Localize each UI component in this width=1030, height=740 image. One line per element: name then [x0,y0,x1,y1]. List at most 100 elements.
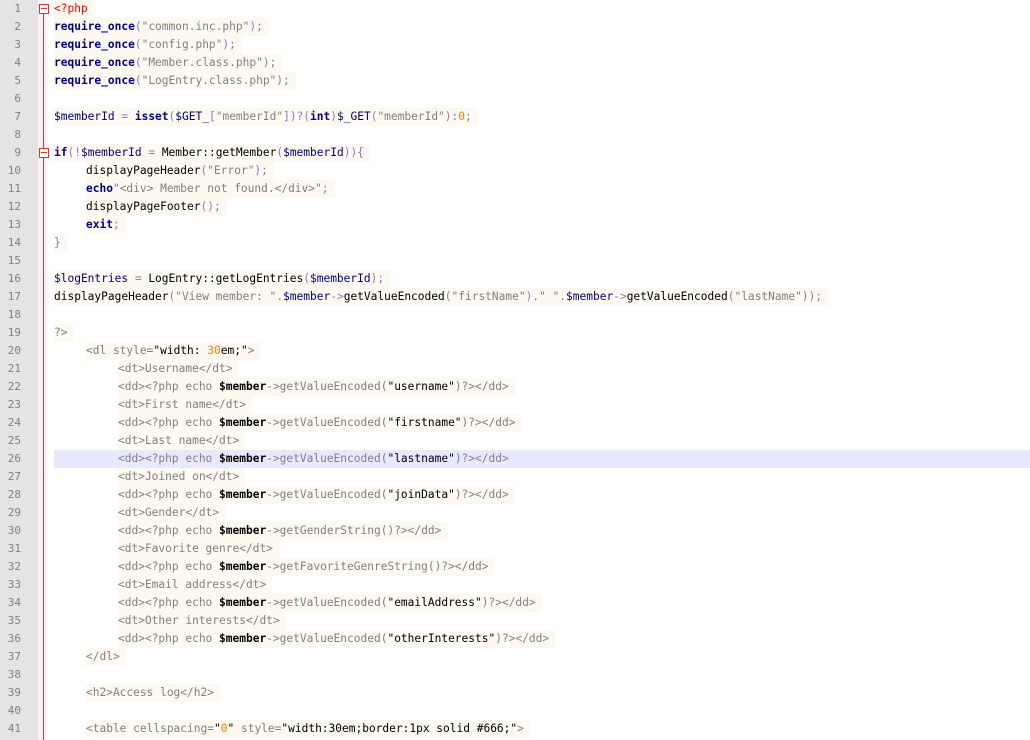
line-number: 15 [7,254,21,267]
code-line[interactable]: 3 require_once("config.php"); [0,36,1030,54]
code-line-content[interactable]: <?php [54,0,1030,18]
code-line-content[interactable]: <dd><?php echo $member->getGenderString(… [54,522,1030,540]
code-line-content[interactable]: <dt>Username</dt> [54,360,1030,378]
line-number: 2 [14,20,21,33]
code-line-content[interactable]: <dd><?php echo $member->getFavoriteGenre… [54,558,1030,576]
code-line[interactable]: 39 <h2>Access log</h2> [0,684,1030,702]
code-line-content[interactable]: if(!$memberId = Member::getMember($membe… [54,144,1030,162]
code-editor[interactable]: 1 <?php 2 require_once("common.inc.php"); 3 r… [0,0,1030,740]
code-line-content[interactable]: <dl style="width: 30em;"> [54,342,1030,360]
code-token: <dt>Last name</dt> [118,434,240,447]
code-line[interactable]: 33 <dt>Email address</dt> [0,576,1030,594]
code-line[interactable]: 15 [0,252,1030,270]
code-text: <dd><?php echo $member->getValueEncoded(… [118,378,515,396]
code-line[interactable]: 41 <table cellspacing="0" style="width:30… [0,720,1030,738]
code-line-content[interactable]: displayPageFooter(); [54,198,1030,216]
code-line[interactable]: 40 [0,702,1030,720]
code-line-content[interactable]: <dd><?php echo $member->getValueEncoded(… [54,450,1030,468]
code-line[interactable]: 28 <dd><?php echo $member->getValueEncode… [0,486,1030,504]
code-line[interactable]: 20 <dl style="width: 30em;"> [0,342,1030,360]
code-line-content[interactable]: <dt>Gender</dt> [54,504,1030,522]
code-line[interactable]: 17 displayPageHeader("View member: ".$mem… [0,288,1030,306]
code-line-content[interactable] [54,666,1030,684]
code-text: <dt>Username</dt> [118,360,239,378]
code-token: ->getFavoriteGenreString()?></dd> [266,560,489,573]
code-line-content[interactable]: <h2>Access log</h2> [54,684,1030,702]
code-text: <dd><?php echo $member->getValueEncoded(… [118,486,515,504]
code-line-content[interactable]: displayPageHeader("View member: ".$membe… [54,288,1030,306]
code-line[interactable]: 11 echo"<div> Member not found.</div>"; [0,180,1030,198]
code-line[interactable]: 31 <dt>Favorite genre</dt> [0,540,1030,558]
code-text: $logEntries = LogEntry::getLogEntries($m… [54,270,391,288]
code-line-content[interactable]: <dd><?php echo $member->getValueEncoded(… [54,378,1030,396]
code-line-content[interactable]: exit; [54,216,1030,234]
code-line-content[interactable]: </dl> [54,648,1030,666]
code-line[interactable]: 4 require_once("Member.class.php"); [0,54,1030,72]
code-token: exit [86,218,113,231]
code-line[interactable]: 27 <dt>Joined on</dt> [0,468,1030,486]
code-line[interactable]: 2 require_once("common.inc.php"); [0,18,1030,36]
code-text: <h2>Access log</h2> [86,684,220,702]
code-line-content[interactable] [54,252,1030,270]
code-line[interactable]: 18 [0,306,1030,324]
fold-minus-icon[interactable] [39,4,49,14]
code-line[interactable]: 9 if(!$memberId = Member::getMember($memb… [0,144,1030,162]
code-line[interactable]: 12 displayPageFooter(); [0,198,1030,216]
code-line[interactable]: 6 [0,90,1030,108]
code-line[interactable]: 13 exit; [0,216,1030,234]
code-line[interactable]: 7 $memberId = isset($GET_["memberId"])?(i… [0,108,1030,126]
code-line-content[interactable]: <dt>Other interests</dt> [54,612,1030,630]
code-line[interactable]: 36 <dd><?php echo $member->getValueEncode… [0,630,1030,648]
code-line-content[interactable]: <dt>Joined on</dt> [54,468,1030,486]
code-line-content[interactable]: $memberId = isset($GET_["memberId"])?(in… [54,108,1030,126]
code-line[interactable]: 14} [0,234,1030,252]
code-line-content[interactable]: <dd><?php echo $member->getValueEncoded(… [54,630,1030,648]
code-line[interactable]: 23 <dt>First name</dt> [0,396,1030,414]
code-line[interactable]: 34 <dd><?php echo $member->getValueEncode… [0,594,1030,612]
code-line-content[interactable]: <dd><?php echo $member->getValueEncoded(… [54,486,1030,504]
code-line-content[interactable]: <dt>First name</dt> [54,396,1030,414]
code-line-content[interactable] [54,90,1030,108]
code-line-content[interactable]: require_once("config.php"); [54,36,1030,54]
code-line[interactable]: 1 <?php [0,0,1030,18]
code-line[interactable]: 29 <dt>Gender</dt> [0,504,1030,522]
fold-minus-icon[interactable] [39,148,49,158]
code-line-content[interactable]: <dt>Last name</dt> [54,432,1030,450]
code-line[interactable]: 22 <dd><?php echo $member->getValueEncode… [0,378,1030,396]
code-line[interactable]: 5 require_once("LogEntry.class.php"); [0,72,1030,90]
code-line-content[interactable]: require_once("LogEntry.class.php"); [54,72,1030,90]
code-line-content[interactable] [54,126,1030,144]
code-line[interactable]: 30 <dd><?php echo $member->getGenderStrin… [0,522,1030,540]
code-line-content[interactable] [54,702,1030,720]
code-line[interactable]: 38 [0,666,1030,684]
code-line[interactable]: 8 [0,126,1030,144]
code-line[interactable]: 16 $logEntries = LogEntry::getLogEntries(… [0,270,1030,288]
code-line[interactable]: 32 <dd><?php echo $member->getFavoriteGen… [0,558,1030,576]
code-line[interactable]: 21 <dt>Username</dt> [0,360,1030,378]
code-line-content[interactable]: ?> [54,324,1030,342]
code-line[interactable]: 25 <dt>Last name</dt> [0,432,1030,450]
code-line-content[interactable]: <dt>Favorite genre</dt> [54,540,1030,558]
code-lines[interactable]: 1 <?php 2 require_once("common.inc.php"); 3 r… [0,0,1030,738]
code-line-content[interactable]: require_once("Member.class.php"); [54,54,1030,72]
code-line[interactable]: 26 <dd><?php echo $member->getValueEncode… [0,450,1030,468]
code-line-content[interactable]: <dt>Email address</dt> [54,576,1030,594]
code-line-content[interactable]: <dd><?php echo $member->getValueEncoded(… [54,594,1030,612]
line-number: 18 [7,308,21,321]
code-token: getValueEncoded [343,290,445,303]
code-line-content[interactable]: $logEntries = LogEntry::getLogEntries($m… [54,270,1030,288]
code-line[interactable]: 35 <dt>Other interests</dt> [0,612,1030,630]
code-line[interactable]: 19 ?> [0,324,1030,342]
code-line-content[interactable]: echo"<div> Member not found.</div>"; [54,180,1030,198]
code-line-content[interactable]: require_once("common.inc.php"); [54,18,1030,36]
code-token: "width: [153,344,208,357]
code-line[interactable]: 10 displayPageHeader("Error"); [0,162,1030,180]
code-line-content[interactable]: } [54,234,1030,252]
code-line-content[interactable] [54,306,1030,324]
code-line-content[interactable]: <dd><?php echo $member->getValueEncoded(… [54,414,1030,432]
code-line[interactable]: 24 <dd><?php echo $member->getValueEncode… [0,414,1030,432]
code-line[interactable]: 37 </dl> [0,648,1030,666]
code-line-content[interactable]: displayPageHeader("Error"); [54,162,1030,180]
code-token: <dd><?php echo [118,632,220,645]
code-line-content[interactable]: <table cellspacing="0" style="width:30em… [54,720,1030,738]
